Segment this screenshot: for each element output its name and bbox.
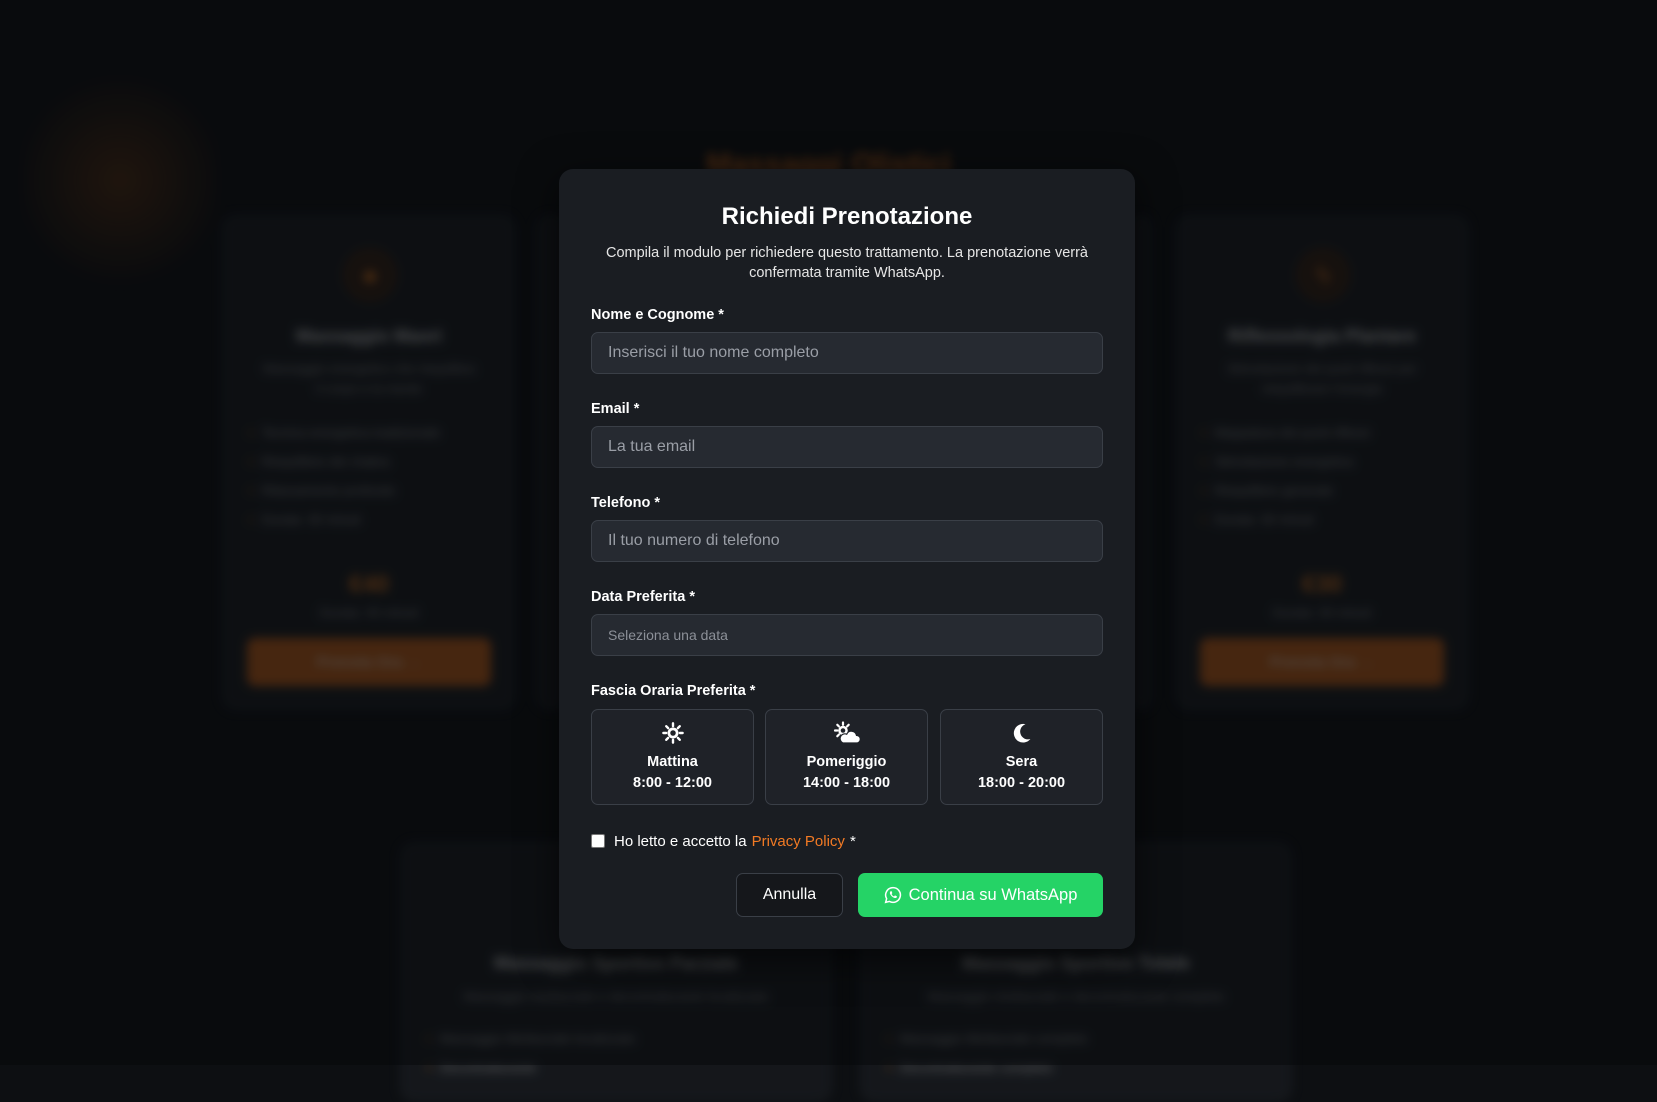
whatsapp-button-label: Continua su WhatsApp bbox=[908, 885, 1078, 904]
time-slot-morning[interactable]: Mattina 8:00 - 12:00 bbox=[591, 709, 754, 805]
time-slot-label: Fascia Oraria Preferita * bbox=[591, 683, 756, 699]
time-slot-name: Sera bbox=[1005, 754, 1038, 770]
time-slot-afternoon[interactable]: Pomeriggio 14:00 - 18:00 bbox=[765, 709, 928, 805]
modal-subtitle: Compila il modulo per richiedere questo … bbox=[606, 245, 1088, 281]
privacy-policy-link[interactable]: Privacy Policy bbox=[752, 833, 845, 850]
time-slot-name: Mattina bbox=[647, 754, 698, 770]
time-slot-evening[interactable]: Sera 18:00 - 20:00 bbox=[940, 709, 1103, 805]
continue-whatsapp-button[interactable]: Continua su WhatsApp bbox=[858, 873, 1103, 917]
date-input[interactable] bbox=[591, 614, 1103, 656]
time-slot-range: 8:00 - 12:00 bbox=[633, 775, 712, 791]
email-label: Email * bbox=[591, 401, 640, 417]
sun-icon bbox=[592, 720, 753, 746]
privacy-text: Ho letto e accetto la bbox=[614, 832, 747, 850]
cancel-button[interactable]: Annulla bbox=[736, 873, 843, 917]
booking-modal: Richiedi Prenotazione Compila il modulo … bbox=[559, 169, 1135, 949]
phone-label: Telefono * bbox=[591, 495, 661, 511]
time-slot-name: Pomeriggio bbox=[806, 754, 887, 770]
whatsapp-icon bbox=[884, 886, 901, 904]
cancel-button-label: Annulla bbox=[762, 886, 817, 903]
time-slot-range: 18:00 - 20:00 bbox=[977, 775, 1066, 791]
name-label: Nome e Cognome * bbox=[591, 307, 724, 323]
time-slot-range: 14:00 - 18:00 bbox=[802, 775, 891, 791]
required-mark: * bbox=[849, 832, 856, 850]
phone-input[interactable] bbox=[591, 520, 1103, 562]
name-input[interactable] bbox=[591, 332, 1103, 374]
privacy-consent: Ho letto e accetto la Privacy Policy * bbox=[591, 831, 856, 851]
privacy-checkbox[interactable] bbox=[591, 834, 605, 848]
email-input[interactable] bbox=[591, 426, 1103, 468]
sun-cloud-icon bbox=[766, 720, 927, 746]
moon-icon bbox=[941, 720, 1102, 746]
date-label: Data Preferita * bbox=[591, 589, 695, 605]
modal-title: Richiedi Prenotazione bbox=[721, 203, 973, 230]
